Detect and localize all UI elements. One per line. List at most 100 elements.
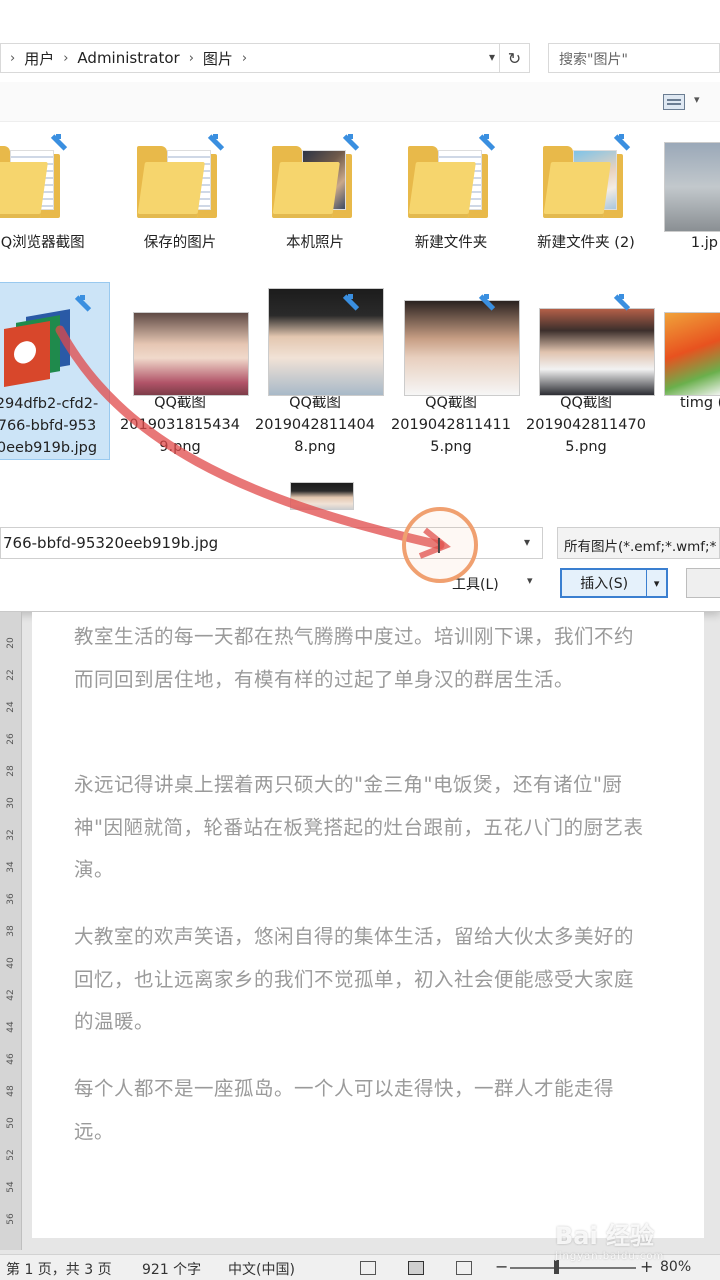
- folder-new-folder-2[interactable]: 新建文件夹 (2): [523, 122, 649, 254]
- zoom-level[interactable]: 80%: [660, 1259, 691, 1275]
- image-qq-screenshot-1[interactable]: QQ截图 2019031815434 9.png: [117, 282, 249, 458]
- image-partial-row[interactable]: [252, 476, 378, 510]
- image-thumbnail: [125, 282, 249, 396]
- image-thumbnail: [531, 282, 655, 396]
- ruler-number: 36: [6, 893, 16, 905]
- image-thumbnail: [396, 282, 520, 396]
- ruler-number: 28: [6, 765, 16, 777]
- read-mode-icon[interactable]: [360, 1261, 376, 1275]
- paragraph[interactable]: 大教室的欢声笑语，悠闲自得的集体生活，留给大伙太多美好的回忆，也让远离家乡的我们…: [74, 916, 644, 1044]
- image-thumbnail: [654, 282, 720, 396]
- view-dropdown-icon[interactable]: ▾: [694, 93, 700, 106]
- folder-icon: [396, 122, 506, 232]
- web-layout-icon[interactable]: [456, 1261, 472, 1275]
- word-count[interactable]: 921 个字: [142, 1259, 201, 1279]
- image-selected-jpg[interactable]: 294dfb2-cfd2- 766-bbfd-953 0eeb919b.jpg: [0, 282, 110, 460]
- file-label: 新建文件夹: [414, 235, 488, 251]
- print-layout-icon[interactable]: [408, 1261, 424, 1275]
- pin-icon: [474, 132, 496, 154]
- ruler-number: 40: [6, 957, 16, 969]
- cancel-button[interactable]: [686, 568, 720, 598]
- folder-new-folder[interactable]: 新建文件夹: [388, 122, 514, 254]
- view-mode-icon[interactable]: [663, 94, 685, 110]
- breadcrumb-users[interactable]: 用户: [24, 48, 54, 69]
- search-input[interactable]: 搜索"图片": [548, 43, 720, 73]
- image-thumbnail: [260, 476, 370, 510]
- file-label: QQ浏览器截图: [0, 235, 85, 251]
- file-label-line: 294dfb2-cfd2-: [0, 396, 99, 412]
- chevron-down-icon[interactable]: ▾: [524, 535, 530, 549]
- language-indicator[interactable]: 中文(中国): [228, 1259, 295, 1279]
- file-label-line: 5.png: [565, 439, 607, 455]
- file-label-line: 2019031815434: [120, 417, 240, 433]
- insert-options-dropdown[interactable]: ▾: [646, 570, 666, 596]
- baidu-jingyan-watermark: Bai 经验 jingyan.baidu.com: [555, 1216, 664, 1262]
- pin-icon: [474, 292, 496, 314]
- folder-qq-browser-screenshots[interactable]: QQ浏览器截图: [0, 122, 86, 254]
- file-label-line: 766-bbfd-953: [0, 418, 97, 434]
- folder-icon: [260, 122, 370, 232]
- file-label-line: 8.png: [294, 439, 336, 455]
- file-label-line: 2019042811404: [255, 417, 375, 433]
- filename-row: 766-bbfd-95320eeb919b.jpg ▾ 所有图片(*.emf;*…: [0, 526, 720, 562]
- paragraph[interactable]: 教室生活的每一天都在热气腾腾中度过。培训刚下课，我们不约而同回到居住地，有模有样…: [74, 616, 644, 701]
- page-count[interactable]: 第 1 页，共 3 页: [6, 1259, 112, 1279]
- ruler-number: 20: [6, 637, 16, 649]
- ruler-number: 42: [6, 989, 16, 1001]
- ruler-number: 22: [6, 669, 16, 681]
- file-label-line: 5.png: [430, 439, 472, 455]
- zoom-out-button[interactable]: −: [495, 1257, 508, 1276]
- file-label-line: 9.png: [159, 439, 201, 455]
- insert-button-label: 插入(S): [580, 576, 629, 592]
- pin-icon: [609, 132, 631, 154]
- ruler-number: 56: [6, 1213, 16, 1225]
- folder-icon: [0, 122, 78, 232]
- ruler-number: 50: [6, 1117, 16, 1129]
- image-qq-screenshot-4[interactable]: QQ截图 2019042811470 5.png: [523, 282, 655, 458]
- view-toolbar: ▾: [0, 82, 720, 122]
- button-row: 工具(L) ▾ 插入(S) ▾: [0, 566, 720, 602]
- zoom-slider-thumb[interactable]: [554, 1260, 559, 1274]
- refresh-icon[interactable]: ↻: [499, 44, 529, 72]
- ruler-number: 38: [6, 925, 16, 937]
- file-label: 保存的图片: [143, 235, 217, 251]
- ruler-number: 46: [6, 1053, 16, 1065]
- ruler-number: 44: [6, 1021, 16, 1033]
- file-label-line: 0eeb919b.jpg: [0, 440, 98, 456]
- image-1-jpg[interactable]: 1.jp: [654, 122, 720, 254]
- ruler-number: 54: [6, 1181, 16, 1193]
- address-history-dropdown[interactable]: ▾: [489, 50, 495, 64]
- tools-dropdown-icon[interactable]: ▾: [527, 574, 533, 587]
- file-label: 1.jp: [690, 235, 718, 251]
- image-qq-screenshot-3[interactable]: QQ截图 2019042811411 5.png: [388, 282, 520, 458]
- paragraph[interactable]: 每个人都不是一座孤岛。一个人可以走得快，一群人才能走得远。: [74, 1068, 644, 1153]
- insert-picture-dialog: › 用户 › Administrator › 图片 › ▾ ↻ 搜索"图片" ▾: [0, 0, 720, 612]
- filename-input[interactable]: 766-bbfd-95320eeb919b.jpg: [0, 527, 543, 559]
- ppt-image-icon: [0, 283, 102, 393]
- chevron-right-icon: ›: [10, 50, 16, 66]
- tools-button[interactable]: 工具(L): [452, 574, 499, 594]
- chevron-right-icon: ›: [241, 50, 248, 66]
- screen: › 用户 › Administrator › 图片 › ▾ ↻ 搜索"图片" ▾: [0, 0, 720, 1280]
- folder-icon: [531, 122, 641, 232]
- address-row: › 用户 › Administrator › 图片 › ▾ ↻ 搜索"图片": [0, 40, 720, 78]
- breadcrumb-administrator[interactable]: Administrator: [77, 49, 179, 67]
- folder-icon: [125, 122, 235, 232]
- address-bar[interactable]: › 用户 › Administrator › 图片 › ▾ ↻: [0, 43, 530, 73]
- ruler-number: 48: [6, 1085, 16, 1097]
- pin-icon: [70, 293, 92, 315]
- file-label-line: 2019042811470: [526, 417, 646, 433]
- paragraph[interactable]: 永远记得讲桌上摆着两只硕大的"金三角"电饭煲，还有诸位"厨神"因陋就简，轮番站在…: [74, 764, 644, 892]
- image-qq-screenshot-2[interactable]: QQ截图 2019042811404 8.png: [252, 282, 384, 458]
- pin-icon: [338, 132, 360, 154]
- pin-icon: [46, 132, 68, 154]
- folder-saved-pictures[interactable]: 保存的图片: [117, 122, 243, 254]
- image-timg[interactable]: timg (: [654, 282, 720, 414]
- insert-button[interactable]: 插入(S) ▾: [560, 568, 668, 598]
- zoom-slider-track[interactable]: [510, 1267, 636, 1269]
- breadcrumb-pictures[interactable]: 图片: [203, 48, 233, 69]
- folder-camera-roll[interactable]: 本机照片: [252, 122, 378, 254]
- chevron-right-icon: ›: [188, 50, 194, 66]
- filetype-select[interactable]: 所有图片(*.emf;*.wmf;*: [557, 527, 720, 559]
- document-page[interactable]: 教室生活的每一天都在热气腾腾中度过。培训刚下课，我们不约而同回到居住地，有模有样…: [32, 612, 704, 1238]
